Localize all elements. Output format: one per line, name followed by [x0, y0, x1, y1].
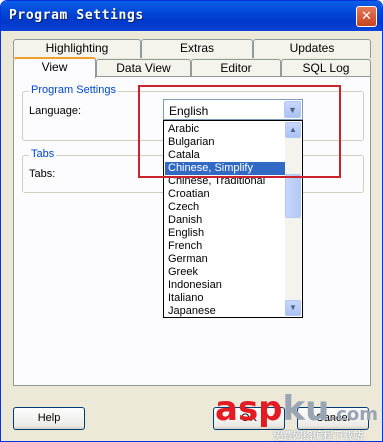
dropdown-option[interactable]: French: [165, 240, 285, 253]
program-settings-window: Program Settings ✕ Highlighting Extras U…: [0, 0, 383, 442]
tab-label: Data View: [116, 61, 171, 75]
ok-button-label: OK: [241, 412, 257, 424]
dropdown-option[interactable]: Czech: [165, 201, 285, 214]
title-bar[interactable]: Program Settings ✕: [1, 1, 382, 31]
tab-extras[interactable]: Extras: [141, 39, 253, 58]
tab-label: SQL Log: [302, 61, 350, 75]
dropdown-option[interactable]: German: [165, 253, 285, 266]
tab-label: Extras: [179, 41, 214, 55]
cancel-button-label: Cancel: [315, 412, 351, 424]
ok-button[interactable]: OK: [213, 407, 285, 430]
dropdown-scrollbar[interactable]: ▲ ▼: [285, 122, 301, 316]
cancel-button[interactable]: Cancel: [297, 407, 369, 430]
chevron-down-icon[interactable]: ▼: [284, 101, 301, 118]
tab-label: Highlighting: [45, 41, 109, 55]
dropdown-option[interactable]: Bulgarian: [165, 136, 285, 149]
dropdown-option[interactable]: Japanese: [165, 305, 285, 317]
close-icon[interactable]: ✕: [356, 6, 377, 27]
dropdown-option[interactable]: Croatian: [165, 188, 285, 201]
tab-view[interactable]: View: [13, 57, 96, 78]
dropdown-option-selected[interactable]: Chinese, Simplify: [165, 162, 285, 175]
window-title: Program Settings: [9, 8, 144, 23]
language-label: Language:: [29, 105, 81, 117]
dropdown-option[interactable]: Danish: [165, 214, 285, 227]
language-dropdown-list[interactable]: Arabic Bulgarian Catala Chinese, Simplif…: [163, 120, 303, 318]
tabs-label: Tabs:: [29, 168, 56, 180]
tab-updates[interactable]: Updates: [253, 39, 371, 58]
tab-label: View: [41, 60, 68, 74]
dropdown-option[interactable]: English: [165, 227, 285, 240]
language-select[interactable]: English ▼: [163, 99, 303, 120]
scroll-thumb[interactable]: [285, 174, 301, 218]
help-button[interactable]: Help: [13, 407, 85, 430]
dropdown-option[interactable]: Arabic: [165, 123, 285, 136]
tabs-group-title: Tabs: [29, 148, 57, 160]
dropdown-option[interactable]: Catala: [165, 149, 285, 162]
dropdown-option[interactable]: Italiano: [165, 292, 285, 305]
help-button-label: Help: [37, 412, 61, 424]
scroll-down-icon[interactable]: ▼: [285, 300, 301, 316]
dropdown-option[interactable]: Greek: [165, 266, 285, 279]
scroll-up-icon[interactable]: ▲: [285, 122, 301, 138]
tab-label: Editor: [220, 61, 252, 75]
dropdown-option[interactable]: Chinese, Traditional: [165, 175, 285, 188]
program-settings-title: Program Settings: [29, 84, 118, 96]
tab-highlighting[interactable]: Highlighting: [13, 39, 141, 58]
language-select-value: English: [169, 104, 209, 118]
tab-label: Updates: [289, 41, 335, 55]
dropdown-option[interactable]: Indonesian: [165, 279, 285, 292]
